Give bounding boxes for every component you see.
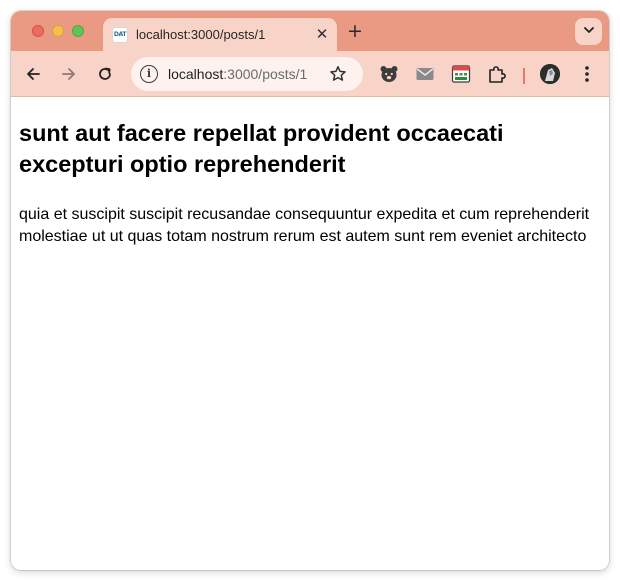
bookmark-star-icon[interactable]: [329, 65, 347, 83]
post-title: sunt aut facere repellat provident occae…: [19, 120, 504, 177]
calendar-extension-icon[interactable]: [450, 63, 472, 85]
tab-title: localhost:3000/posts/1: [136, 27, 266, 42]
back-icon[interactable]: [22, 63, 44, 85]
address-url[interactable]: localhost:3000/posts/1: [168, 66, 307, 82]
url-path: :3000/posts/1: [223, 66, 308, 82]
zoom-window-button[interactable]: [72, 25, 84, 37]
close-icon[interactable]: ✕: [313, 25, 331, 43]
minimize-window-button[interactable]: [52, 25, 64, 37]
post-body: quia et suscipit suscipit recusandae con…: [19, 206, 590, 245]
browser-window: DAT localhost:3000/posts/1 ✕ + i localho…: [11, 11, 609, 570]
new-tab-icon[interactable]: +: [344, 20, 366, 42]
tab-strip: DAT localhost:3000/posts/1 ✕ +: [11, 11, 609, 51]
url-host: localhost: [168, 66, 224, 82]
menu-icon[interactable]: [579, 63, 595, 85]
address-bar[interactable]: i localhost:3000/posts/1: [131, 57, 363, 91]
profile-avatar-icon[interactable]: [540, 64, 560, 84]
browser-toolbar: i localhost:3000/posts/1: [11, 51, 609, 97]
site-favicon-icon: DAT: [112, 27, 128, 43]
mail-extension-icon[interactable]: [414, 63, 436, 85]
bear-extension-icon[interactable]: [378, 63, 400, 85]
close-window-button[interactable]: [32, 25, 44, 37]
reload-icon[interactable]: [94, 63, 116, 85]
site-info-icon[interactable]: i: [140, 65, 158, 83]
toolbar-divider: [523, 68, 525, 84]
tab-search-icon[interactable]: [575, 18, 602, 45]
page-content: sunt aut facere repellat provident occae…: [11, 98, 609, 570]
tab-active[interactable]: DAT localhost:3000/posts/1 ✕: [103, 18, 337, 51]
extensions-puzzle-icon[interactable]: [486, 63, 508, 85]
forward-icon[interactable]: [58, 63, 80, 85]
